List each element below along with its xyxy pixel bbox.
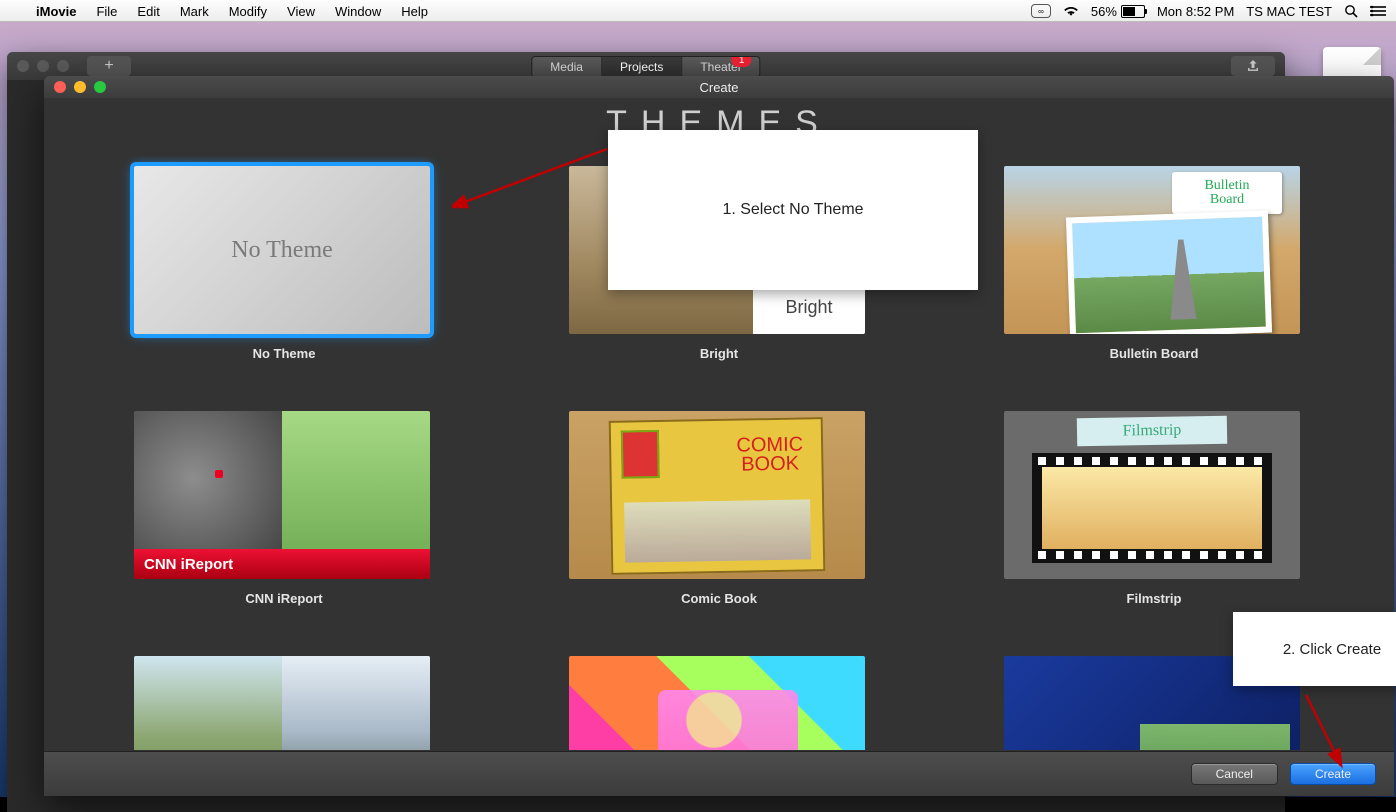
menubar-clock[interactable]: Mon 8:52 PM (1157, 4, 1234, 19)
theater-badge: 1 (732, 56, 752, 67)
menu-mark[interactable]: Mark (170, 4, 219, 19)
theme-comic-book[interactable]: COMIC BOOK Comic Book (569, 411, 869, 606)
segment-media[interactable]: Media (532, 57, 602, 77)
theme-thumb: COMIC BOOK (569, 411, 865, 579)
menu-edit[interactable]: Edit (127, 4, 169, 19)
theme-no-theme[interactable]: No Theme No Theme (134, 166, 434, 361)
notification-center-icon[interactable] (1370, 5, 1386, 17)
battery-percent: 56% (1091, 4, 1117, 19)
menu-modify[interactable]: Modify (219, 4, 277, 19)
modal-minimize-button[interactable] (74, 81, 86, 93)
spotlight-icon[interactable] (1344, 4, 1358, 18)
modal-zoom-button[interactable] (94, 81, 106, 93)
theme-thumb: Bulletin Board (1004, 166, 1300, 334)
menubar-user[interactable]: TS MAC TEST (1246, 4, 1332, 19)
theme-thumb: Filmstrip (1004, 411, 1300, 579)
theme-row3-b[interactable] (569, 656, 869, 750)
menu-view[interactable]: View (277, 4, 325, 19)
theme-label: Bright (569, 346, 869, 361)
theme-row3-a[interactable] (134, 656, 434, 750)
creative-cloud-icon[interactable]: ∞ (1031, 4, 1051, 18)
theme-filmstrip[interactable]: Filmstrip Filmstrip (1004, 411, 1304, 606)
menu-help[interactable]: Help (391, 4, 438, 19)
theme-thumb (569, 656, 865, 750)
battery-status[interactable]: 56% (1091, 4, 1145, 19)
modal-close-button[interactable] (54, 81, 66, 93)
window-close-button[interactable] (17, 60, 29, 72)
theme-cnn-ireport[interactable]: CNN iReport CNN iReport (134, 411, 434, 606)
modal-title: Create (699, 80, 738, 95)
annotation-step2: 2. Click Create (1233, 612, 1396, 686)
theme-label: Filmstrip (1004, 591, 1304, 606)
menu-window[interactable]: Window (325, 4, 391, 19)
share-button[interactable] (1231, 56, 1275, 76)
segment-projects[interactable]: Projects (602, 57, 682, 77)
view-segmented-control: Media Projects Theater1 (531, 56, 760, 78)
window-minimize-button[interactable] (37, 60, 49, 72)
modal-bottom-bar: Cancel Create (44, 751, 1394, 796)
theme-bulletin-board[interactable]: Bulletin Board Bulletin Board (1004, 166, 1304, 361)
theme-label: No Theme (134, 346, 434, 361)
create-titlebar: Create (44, 76, 1394, 98)
mac-menubar: iMovie File Edit Mark Modify View Window… (0, 0, 1396, 22)
app-menu[interactable]: iMovie (26, 4, 86, 19)
theme-thumb (134, 656, 430, 750)
cancel-button[interactable]: Cancel (1191, 763, 1278, 785)
menu-file[interactable]: File (86, 4, 127, 19)
segment-theater[interactable]: Theater1 (682, 57, 759, 77)
theme-label: Bulletin Board (1004, 346, 1304, 361)
window-zoom-button[interactable] (57, 60, 69, 72)
wifi-icon[interactable] (1063, 5, 1079, 17)
annotation-step1: 1. Select No Theme (608, 130, 978, 290)
theme-thumb: CNN iReport (134, 411, 430, 579)
theme-label: Comic Book (569, 591, 869, 606)
theme-label: CNN iReport (134, 591, 434, 606)
theme-thumb: No Theme (134, 166, 430, 334)
create-button[interactable]: Create (1290, 763, 1376, 785)
new-project-button[interactable]: + (87, 56, 131, 76)
